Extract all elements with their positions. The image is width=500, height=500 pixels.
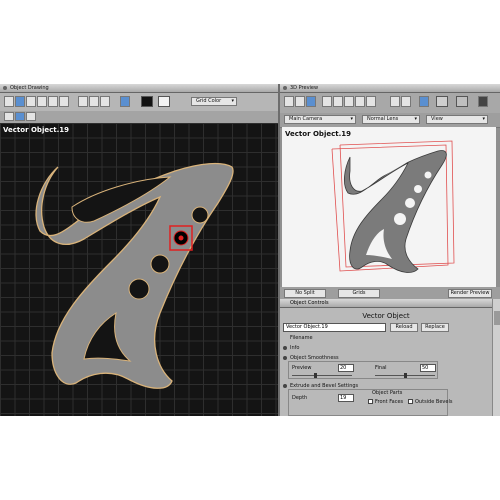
background-swatch[interactable] [436,96,448,107]
preview-titlebar: 3D Preview [280,84,500,93]
reload-button[interactable]: Reload [390,323,418,332]
settings-icon[interactable] [478,96,488,107]
view-dropdown[interactable]: View ▾ [426,115,488,124]
text-tool-icon[interactable] [37,96,47,107]
camera-dropdown[interactable]: Main Camera ▾ [284,115,356,124]
render-preview-button[interactable]: Render Preview [448,289,492,298]
object-parts-label: Object Parts [372,390,403,396]
chevron-down-icon: ▾ [414,116,417,122]
grid-color-dropdown[interactable]: Grid Color ▾ [191,97,237,106]
object-name-field[interactable]: Vector Object.19 [283,323,386,332]
final-slider-knob[interactable] [404,373,407,378]
object-drawing-panel: Object Drawing Grid Color ▾ Vector Objec… [0,84,278,416]
image-icon[interactable] [419,96,429,107]
grid-color-label: Grid Color [196,98,222,104]
outside-bevels-option[interactable]: Outside Bevels [408,399,452,405]
application-window: Object Drawing Grid Color ▾ Vector Objec… [0,84,500,416]
drawing-canvas[interactable]: Vector Object.19 [0,123,278,416]
filename-label: Filename [290,335,313,341]
render-preview-label: Render Preview [450,290,490,296]
paint-icon[interactable] [401,96,411,107]
node-select-tool-icon[interactable] [15,96,25,107]
tilt-icon[interactable] [355,96,365,107]
pen-tool-icon[interactable] [26,96,36,107]
preview-panel: 3D Preview Main Camera ▾ Normal Lens ▾ V… [280,84,500,416]
info-section[interactable]: Info [283,345,299,351]
rendered-object [331,140,455,273]
replace-button[interactable]: Replace [421,323,449,332]
object-controls-title: Object Controls [290,300,329,306]
lens-label: Normal Lens [367,116,399,122]
rectangle-tool-icon[interactable] [48,96,58,107]
dolly-icon[interactable] [344,96,354,107]
preview-smooth-field[interactable]: 20 [338,364,354,372]
arrow-select-icon[interactable] [390,96,400,107]
pan-icon[interactable] [333,96,343,107]
select-icon[interactable] [26,112,36,121]
light-swatch[interactable] [456,96,468,107]
chevron-down-icon: ▾ [350,116,353,122]
preview-smooth-slider[interactable] [292,375,352,376]
disclosure-icon [283,345,287,350]
move-camera-icon[interactable] [284,96,294,107]
move-icon[interactable] [15,112,25,121]
pointer-icon[interactable] [4,112,14,121]
front-faces-checkbox[interactable] [368,399,373,404]
vector-object-heading: Vector Object [362,312,410,320]
depth-label: Depth [292,395,308,401]
lens-dropdown[interactable]: Normal Lens ▾ [362,115,420,124]
preview-smooth-label: Preview [292,365,312,371]
outside-bevels-checkbox[interactable] [408,399,413,404]
chevron-down-icon: ▾ [231,98,234,104]
rotate-tool-icon[interactable] [78,96,88,107]
panel-close-icon[interactable] [283,86,287,90]
front-faces-option[interactable]: Front Faces [368,399,403,405]
image-tool-icon[interactable] [120,96,130,107]
scrollbar-thumb[interactable] [494,311,500,325]
preview-title: 3D Preview [290,85,319,91]
camera-row: Main Camera ▾ Normal Lens ▾ View ▾ [280,113,500,128]
grids-label: Grids [352,290,366,296]
front-faces-label: Front Faces [375,399,404,405]
final-smooth-label: Final [375,365,387,371]
object-drawing-titlebar: Object Drawing [0,84,278,93]
chevron-down-icon: ▾ [482,116,485,122]
object-controls-panel: Object Controls Vector Object Vector Obj… [280,299,492,416]
panel-close-icon[interactable] [3,86,7,90]
object-controls-titlebar: Object Controls [280,299,492,308]
split-label: No Split [295,290,315,296]
orbit-icon[interactable] [322,96,332,107]
disclosure-icon [283,383,287,388]
zoom-icon[interactable] [295,96,305,107]
reload-label: Reload [395,324,413,330]
preview-toolbar [280,93,500,114]
zoom-tool-icon[interactable] [100,96,110,107]
vector-object-shape[interactable] [0,123,278,416]
outside-bevels-label: Outside Bevels [415,399,453,405]
controls-scrollbar[interactable] [492,299,500,416]
camera-label: Main Camera [289,116,323,122]
split-dropdown[interactable]: No Split [284,289,326,298]
replace-label: Replace [425,324,445,330]
roll-icon[interactable] [366,96,376,107]
preview-slider-knob[interactable] [314,373,317,378]
stroke-color-swatch[interactable] [158,96,170,107]
rotate-object-icon[interactable] [306,96,316,107]
arrow-tool-icon[interactable] [4,96,14,107]
final-smooth-field[interactable]: 50 [420,364,436,372]
grids-dropdown[interactable]: Grids [338,289,380,298]
view-label: View [431,116,443,122]
preview-viewport[interactable]: Vector Object.19 [282,127,496,287]
depth-field[interactable]: 19 [338,394,354,402]
fill-color-swatch[interactable] [141,96,153,107]
drawing-toolbar: Grid Color ▾ [0,93,278,112]
hand-tool-icon[interactable] [89,96,99,107]
info-label: Info [290,345,300,351]
document-tool-icon[interactable] [59,96,69,107]
object-drawing-title: Object Drawing [10,85,49,91]
disclosure-icon [283,355,287,360]
